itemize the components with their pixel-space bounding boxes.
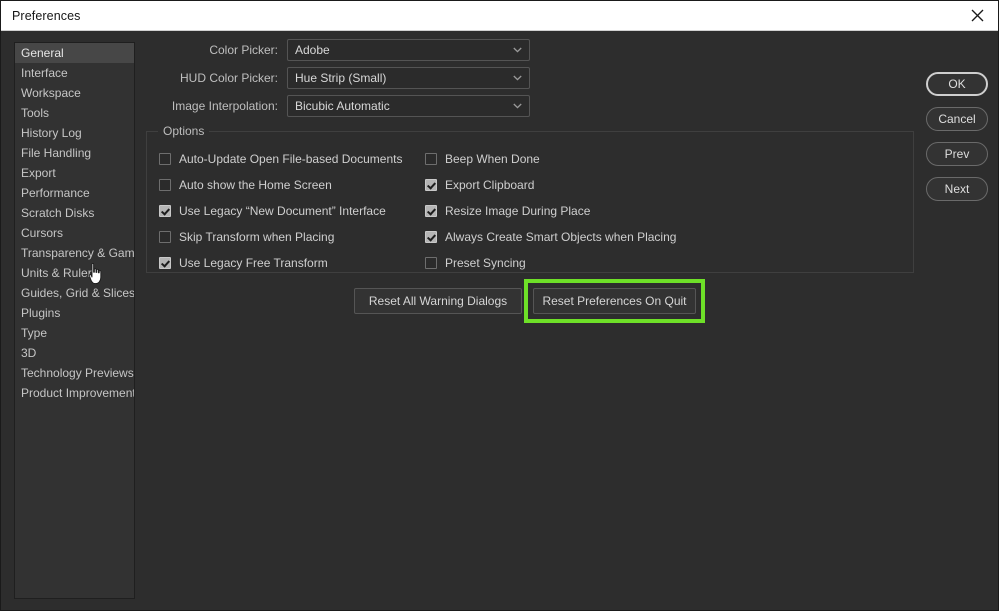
sidebar-item-history-log[interactable]: History Log [15, 123, 134, 143]
checkbox-row[interactable]: Auto-Update Open File-based Documents [159, 150, 402, 168]
button-reset-preferences-on-quit[interactable]: Reset Preferences On Quit [533, 288, 696, 314]
sidebar-item-label: Guides, Grid & Slices [21, 286, 135, 300]
checkbox-row[interactable]: Export Clipboard [425, 176, 534, 194]
sidebar-item-label: Tools [21, 106, 50, 120]
checkbox-checked-icon[interactable] [425, 231, 437, 243]
checkbox-unchecked-icon[interactable] [425, 257, 437, 269]
checkbox-label: Always Create Smart Objects when Placing [445, 230, 677, 244]
dropdown-hud-color-picker[interactable]: Hue Strip (Small) [287, 67, 530, 89]
category-list[interactable]: General Interface Workspace Tools History Lo… [14, 42, 135, 599]
field-label: HUD Color Picker: [179, 71, 278, 85]
dropdown-value: Adobe [295, 43, 330, 57]
sidebar-item-label: File Handling [21, 146, 92, 160]
sidebar-item-label: Units & Rulers [21, 266, 98, 280]
checkbox-row[interactable]: Beep When Done [425, 150, 540, 168]
checkbox-label: Auto show the Home Screen [179, 178, 332, 192]
sidebar-item-export[interactable]: Export [15, 163, 134, 183]
field-row: HUD Color Picker: Hue Strip (Small) [135, 67, 530, 89]
sidebar-item-label: Export [21, 166, 56, 180]
sidebar-item-label: Interface [21, 66, 68, 80]
field-row: Color Picker: Adobe [135, 39, 530, 61]
button-next[interactable]: Next [926, 177, 988, 201]
sidebar-item-cursors[interactable]: Cursors [15, 223, 134, 243]
chevron-down-icon [513, 68, 522, 88]
button-prev[interactable]: Prev [926, 142, 988, 166]
checkbox-label: Auto-Update Open File-based Documents [179, 152, 403, 166]
dropdown-color-picker[interactable]: Adobe [287, 39, 530, 61]
sidebar-item-tools[interactable]: Tools [15, 103, 134, 123]
checkbox-unchecked-icon[interactable] [159, 179, 171, 191]
checkbox-unchecked-icon[interactable] [425, 153, 437, 165]
sidebar-item-scratch-disks[interactable]: Scratch Disks [15, 203, 134, 223]
checkbox-row[interactable]: Use Legacy Free Transform [159, 254, 328, 272]
sidebar-item-guides-grid-slices[interactable]: Guides, Grid & Slices [15, 283, 134, 303]
checkbox-label: Beep When Done [445, 152, 540, 166]
sidebar-item-units-rulers[interactable]: Units & Rulers [15, 263, 134, 283]
checkbox-unchecked-icon[interactable] [159, 231, 171, 243]
sidebar-item-label: Product Improvement [21, 386, 135, 400]
close-icon[interactable] [954, 1, 998, 30]
title-bar: Preferences [1, 1, 998, 31]
dropdown-value: Hue Strip (Small) [295, 71, 387, 85]
checkbox-label: Skip Transform when Placing [179, 230, 335, 244]
sidebar-item-general[interactable]: General [15, 43, 134, 63]
sidebar-item-label: General [21, 46, 64, 60]
chevron-down-icon [513, 96, 522, 116]
checkbox-label: Resize Image During Place [445, 204, 591, 218]
checkbox-label: Use Legacy “New Document” Interface [179, 204, 386, 218]
settings-content: Color Picker: Adobe HUD Color Picker: Hue S… [135, 31, 998, 610]
sidebar-item-technology-previews[interactable]: Technology Previews [15, 363, 134, 383]
checkbox-row[interactable]: Use Legacy “New Document” Interface [159, 202, 386, 220]
sidebar-item-transparency-gamut[interactable]: Transparency & Gamut [15, 243, 134, 263]
checkbox-row[interactable]: Skip Transform when Placing [159, 228, 334, 246]
sidebar-item-performance[interactable]: Performance [15, 183, 134, 203]
sidebar-item-label: 3D [21, 346, 37, 360]
checkbox-row[interactable]: Auto show the Home Screen [159, 176, 332, 194]
sidebar-item-label: Plugins [21, 306, 61, 320]
sidebar-item-3d[interactable]: 3D [15, 343, 134, 363]
checkbox-label: Use Legacy Free Transform [179, 256, 328, 270]
window-title: Preferences [12, 9, 81, 23]
checkbox-checked-icon[interactable] [159, 205, 171, 217]
checkbox-row[interactable]: Resize Image During Place [425, 202, 590, 220]
checkbox-checked-icon[interactable] [159, 257, 171, 269]
sidebar-item-file-handling[interactable]: File Handling [15, 143, 134, 163]
sidebar-item-label: Transparency & Gamut [21, 246, 135, 260]
sidebar-item-label: Scratch Disks [21, 206, 95, 220]
dialog-body: General Interface Workspace Tools History Lo… [1, 31, 998, 610]
sidebar-item-label: History Log [21, 126, 82, 140]
field-row: Image Interpolation: Bicubic Automatic [135, 95, 530, 117]
checkbox-label: Preset Syncing [445, 256, 526, 270]
preferences-dialog: Preferences General Interface Workspace Too… [0, 0, 999, 611]
checkbox-checked-icon[interactable] [425, 205, 437, 217]
button-cancel[interactable]: Cancel [926, 107, 988, 131]
action-button-column: OK Cancel Prev Next [926, 72, 988, 212]
sidebar-item-type[interactable]: Type [15, 323, 134, 343]
sidebar-item-workspace[interactable]: Workspace [15, 83, 134, 103]
sidebar-item-label: Workspace [21, 86, 81, 100]
field-label: Image Interpolation: [171, 99, 278, 113]
options-group: Options Auto-Update Open File-based Docu… [146, 124, 914, 273]
checkbox-label: Export Clipboard [445, 178, 535, 192]
sidebar-item-label: Type [21, 326, 48, 340]
checkbox-checked-icon[interactable] [425, 179, 437, 191]
sidebar-item-product-improvement[interactable]: Product Improvement [15, 383, 134, 403]
button-reset-all-warning-dialogs[interactable]: Reset All Warning Dialogs [354, 288, 522, 314]
options-group-title: Options [158, 124, 210, 138]
checkbox-unchecked-icon[interactable] [159, 153, 171, 165]
dropdown-image-interpolation[interactable]: Bicubic Automatic [287, 95, 530, 117]
button-ok[interactable]: OK [926, 72, 988, 96]
checkbox-row[interactable]: Always Create Smart Objects when Placing [425, 228, 676, 246]
sidebar-item-label: Performance [21, 186, 90, 200]
chevron-down-icon [513, 40, 522, 60]
dropdown-value: Bicubic Automatic [295, 99, 390, 113]
field-label: Color Picker: [209, 43, 278, 57]
sidebar-item-label: Cursors [21, 226, 64, 240]
sidebar-item-label: Technology Previews [21, 366, 134, 380]
sidebar-item-interface[interactable]: Interface [15, 63, 134, 83]
sidebar-item-plugins[interactable]: Plugins [15, 303, 134, 323]
checkbox-row[interactable]: Preset Syncing [425, 254, 526, 272]
